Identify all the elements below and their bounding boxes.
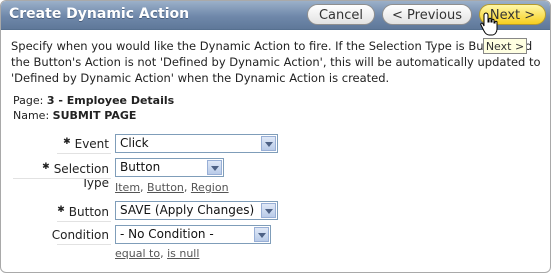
event-select[interactable]: Click	[115, 134, 278, 153]
name-value: SUBMIT PAGE	[52, 109, 137, 122]
page-info: Page: 3 - Employee Details	[13, 94, 174, 107]
divider	[57, 244, 111, 245]
dialog-window: Create Dynamic Action Cancel < Previous …	[0, 0, 551, 273]
hand-cursor-icon	[480, 12, 498, 36]
selection-type-label: ✱ Selection Type	[42, 162, 109, 190]
selection-type-shortcuts: Item, Button, Region	[115, 181, 229, 194]
condition-shortcuts: equal to, is null	[115, 247, 200, 260]
selection-type-select[interactable]: Button	[115, 158, 224, 177]
chevron-down-icon	[261, 203, 276, 218]
divider	[13, 178, 111, 179]
shortcut-button-link[interactable]: Button	[147, 181, 184, 194]
required-icon: ✱	[57, 205, 65, 215]
page-label: Page:	[13, 94, 44, 107]
required-icon: ✱	[42, 162, 50, 172]
divider	[57, 153, 111, 154]
shortcut-is-null-link[interactable]: is null	[167, 247, 199, 260]
divider	[57, 221, 111, 222]
dialog-title: Create Dynamic Action	[9, 6, 190, 22]
chevron-down-icon	[254, 227, 269, 242]
page-value: 3 - Employee Details	[46, 94, 175, 107]
name-info: Name: SUBMIT PAGE	[13, 109, 136, 122]
event-label: ✱ Event	[63, 137, 109, 151]
required-icon: ✱	[63, 137, 71, 147]
next-tooltip: Next >	[483, 38, 527, 54]
condition-select[interactable]: - No Condition -	[115, 225, 271, 244]
cancel-button[interactable]: Cancel	[307, 4, 375, 25]
shortcut-region-link[interactable]: Region	[191, 181, 229, 194]
title-bar: Create Dynamic Action Cancel < Previous …	[1, 1, 550, 30]
condition-label: Condition	[51, 228, 109, 242]
chevron-down-icon	[261, 136, 276, 151]
description-text: Specify when you would like the Dynamic …	[11, 39, 541, 85]
button-select[interactable]: SAVE (Apply Changes)	[115, 201, 278, 220]
previous-button[interactable]: < Previous	[382, 4, 472, 25]
button-label: ✱ Button	[57, 205, 109, 219]
chevron-down-icon	[207, 160, 222, 175]
shortcut-equal-to-link[interactable]: equal to	[115, 247, 160, 260]
name-label: Name:	[13, 109, 50, 122]
shortcut-item-link[interactable]: Item	[115, 181, 140, 194]
